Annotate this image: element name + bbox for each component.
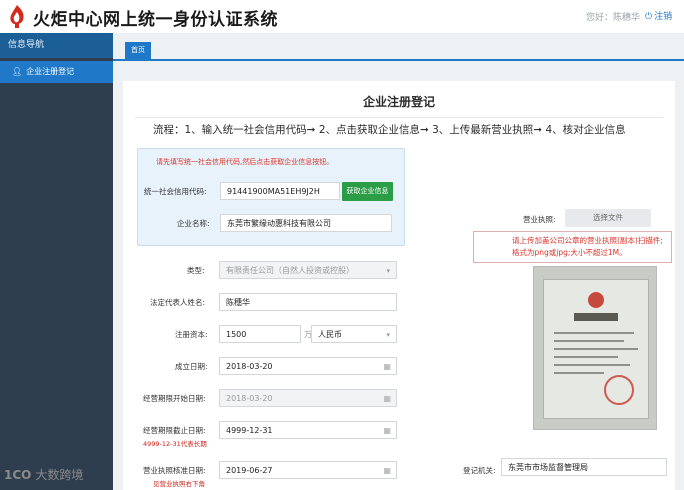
registration-form: 企业注册登记 流程：1、输入统一社会信用代码➞ 2、点击获取企业信息➞ 3、上传…	[123, 81, 675, 490]
term-end-label: 经营期限截止日期:	[143, 426, 206, 435]
authority-label: 登记机关:	[463, 466, 496, 475]
calendar-icon: ▦	[383, 426, 391, 435]
sidebar-heading: 信息导航	[0, 33, 113, 58]
upload-hint: 请上传加盖公司公章的营业执照(副本)扫描件;格式为png或jpg;大小不超过1M…	[473, 231, 672, 263]
approval-note: 见营业执照右下角	[153, 480, 205, 488]
user-icon: 👤︎	[12, 67, 23, 76]
company-name-label: 企业名称:	[177, 219, 210, 228]
power-icon: ⏻	[645, 12, 653, 22]
license-text-line	[554, 372, 604, 374]
license-preview-image	[533, 266, 657, 430]
app-title: 火炬中心网上统一身份认证系统	[33, 10, 278, 30]
watermark: 1CO 大数跨境	[4, 466, 83, 483]
license-text-line	[554, 356, 618, 358]
type-label: 类型:	[187, 266, 205, 275]
term-start-label: 经营期限开始日期:	[143, 394, 206, 403]
calendar-icon: ▦	[383, 394, 391, 403]
license-text-line	[554, 364, 630, 366]
watermark-logo: 1CO	[4, 468, 32, 482]
national-emblem-icon	[588, 292, 604, 308]
license-label: 营业执照:	[523, 215, 556, 224]
license-text-line	[554, 332, 634, 334]
approval-label: 营业执照核准日期:	[143, 466, 206, 475]
form-title: 企业注册登记	[362, 95, 435, 109]
watermark-text: 大数跨境	[35, 468, 84, 482]
currency-select[interactable]: 人民币 ▾	[311, 325, 397, 343]
query-hint: 请先填写统一社会信用代码,然后点击获取企业信息按钮。	[156, 158, 334, 166]
credit-code-input[interactable]: 91441900MA51EH9J2H	[220, 182, 340, 200]
term-start-date-input[interactable]: 2018-03-20 ▦	[219, 389, 397, 407]
tab-bar: 首页	[113, 33, 684, 61]
term-start-value: 2018-03-20	[226, 394, 273, 403]
calendar-icon: ▦	[383, 362, 391, 371]
company-name-input[interactable]: 东莞市繁缘动惠科技有限公司	[220, 214, 392, 232]
main-area: 首页 企业注册登记 流程：1、输入统一社会信用代码➞ 2、点击获取企业信息➞ 3…	[113, 33, 684, 490]
chevron-down-icon: ▾	[386, 267, 390, 275]
established-value: 2018-03-20	[226, 362, 273, 371]
approval-value: 2019-06-27	[226, 466, 273, 475]
license-text-line	[554, 340, 624, 342]
type-select[interactable]: 有限责任公司（自然人投资或控股） ▾	[219, 261, 397, 279]
legal-rep-input[interactable]: 陈穗华	[219, 293, 397, 311]
term-end-note: 4999-12-31代表长期	[143, 440, 207, 448]
license-text-line	[554, 348, 638, 350]
license-document	[543, 279, 649, 419]
torch-logo-icon	[10, 5, 24, 28]
license-heading-bar	[574, 313, 618, 321]
sidebar-item-label: 企业注册登记	[26, 67, 75, 76]
established-date-input[interactable]: 2018-03-20 ▦	[219, 357, 397, 375]
calendar-icon: ▦	[383, 466, 391, 475]
choose-file-button[interactable]: 选择文件	[565, 209, 651, 227]
top-header: 火炬中心网上统一身份认证系统 您好：陈穗华 ⏻ 注销	[0, 0, 684, 33]
credit-code-label: 统一社会信用代码:	[144, 187, 207, 196]
sidebar-item-enterprise-registration[interactable]: 👤︎ 企业注册登记	[0, 61, 113, 83]
term-end-value: 4999-12-31	[226, 426, 273, 435]
fetch-company-info-button[interactable]: 获取企业信息	[342, 182, 393, 201]
currency-value: 人民币	[318, 330, 342, 339]
tab-home[interactable]: 首页	[125, 42, 151, 59]
sidebar: 信息导航 👤︎ 企业注册登记	[0, 33, 113, 490]
logout-link[interactable]: ⏻ 注销	[645, 9, 672, 22]
capital-input[interactable]: 1500	[219, 325, 301, 343]
established-label: 成立日期:	[175, 362, 208, 371]
chevron-down-icon: ▾	[386, 331, 390, 339]
term-end-date-input[interactable]: 4999-12-31 ▦	[219, 421, 397, 439]
authority-input[interactable]: 东莞市市场监督管理局	[501, 458, 667, 476]
legal-rep-label: 法定代表人姓名:	[150, 298, 206, 307]
logout-label: 注销	[654, 12, 673, 22]
official-seal-icon	[604, 375, 634, 405]
user-greeting: 您好：陈穗华	[586, 13, 641, 23]
type-value: 有限责任公司（自然人投资或控股）	[226, 266, 354, 275]
process-steps: 流程：1、输入统一社会信用代码➞ 2、点击获取企业信息➞ 3、上传最新营业执照➞…	[153, 124, 626, 136]
divider	[135, 117, 663, 118]
capital-label: 注册资本:	[175, 330, 208, 339]
query-panel: 请先填写统一社会信用代码,然后点击获取企业信息按钮。 统一社会信用代码: 914…	[137, 148, 405, 246]
approval-date-input[interactable]: 2019-06-27 ▦	[219, 461, 397, 479]
